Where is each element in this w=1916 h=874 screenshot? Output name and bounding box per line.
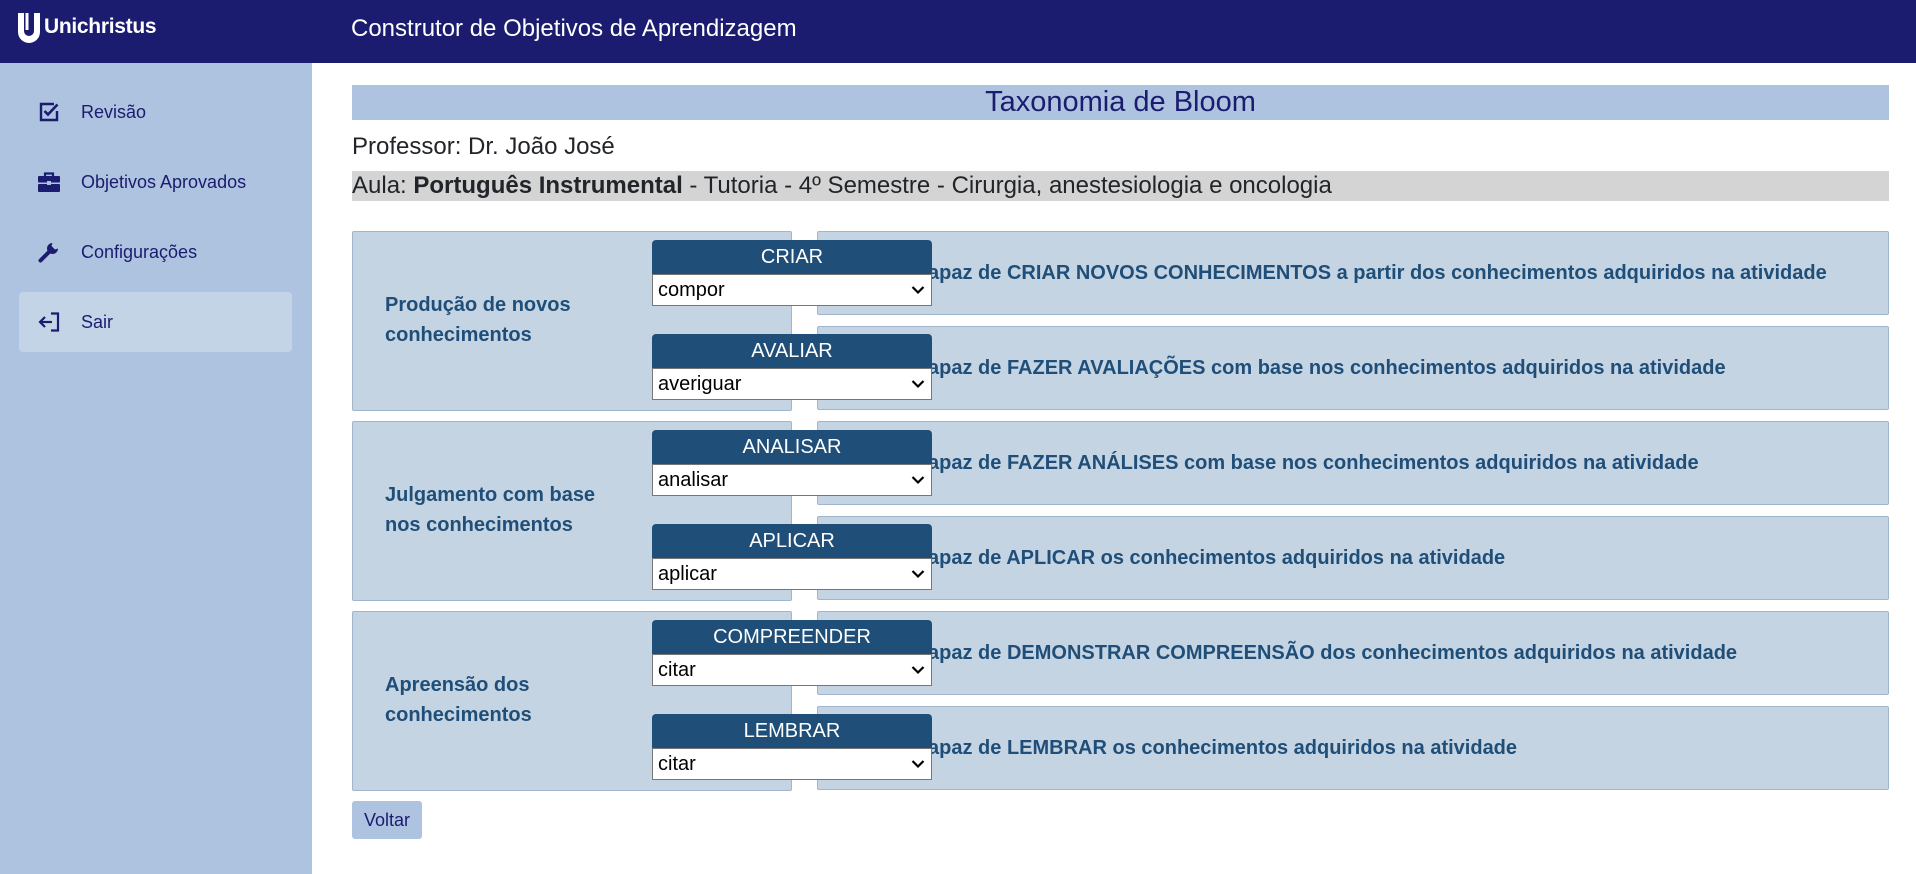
top-bar: Unichristus Construtor de Objetivos de A…: [0, 0, 1916, 63]
chevron-down-icon: [911, 380, 925, 389]
selected-verb: aplicar: [658, 562, 717, 585]
sidebar-item-configuracoes[interactable]: Configurações: [19, 222, 292, 282]
level-title: AVALIAR: [652, 334, 932, 368]
level-title: CRIAR: [652, 240, 932, 274]
objective-description: Aluno é capaz de DEMONSTRAR COMPREENSÃO …: [817, 611, 1889, 695]
brand-logo[interactable]: Unichristus: [16, 10, 157, 44]
sidebar-item-label: Sair: [81, 311, 114, 332]
group-label: Julgamento com base nos conhecimentos: [385, 484, 596, 536]
wrench-icon: [37, 240, 61, 264]
aula-prefix: Aula:: [352, 172, 414, 199]
sidebar: Revisão Objetivos Aprovados Configuraçõe…: [0, 63, 312, 874]
checkbox-edit-icon: [37, 100, 61, 124]
professor-line: Professor: Dr. João José: [352, 133, 615, 160]
aula-details: - Tutoria - 4º Semestre - Cirurgia, anes…: [682, 172, 1332, 199]
verb-picker-aplicar: APLICAR aplicar: [652, 524, 932, 590]
chevron-down-icon: [911, 476, 925, 485]
objective-action: FAZER AVALIAÇÕES: [1006, 357, 1206, 379]
verb-picker-criar: CRIAR compor: [652, 240, 932, 306]
objective-description: Aluno é capaz de LEMBRAR os conhecimento…: [817, 706, 1889, 790]
level-title: APLICAR: [652, 524, 932, 558]
level-title: COMPREENDER: [652, 620, 932, 654]
verb-picker-avaliar: AVALIAR averiguar: [652, 334, 932, 400]
objective-description: Aluno é capaz de CRIAR NOVOS CONHECIMENT…: [817, 231, 1889, 315]
verb-picker-analisar: ANALISAR analisar: [652, 430, 932, 496]
sidebar-item-label: Objetivos Aprovados: [81, 171, 247, 192]
objective-description: Aluno é capaz de APLICAR os conhecimento…: [817, 516, 1889, 600]
unichristus-logo-icon: [16, 11, 43, 43]
level-title: ANALISAR: [652, 430, 932, 464]
level-title: LEMBRAR: [652, 714, 932, 748]
objective-action: LEMBRAR: [1006, 737, 1107, 759]
objective-description: Aluno é capaz de FAZER AVALIAÇÕES com ba…: [817, 326, 1889, 410]
sidebar-item-objetivos-aprovados[interactable]: Objetivos Aprovados: [19, 152, 292, 212]
back-button[interactable]: Voltar: [352, 801, 423, 839]
sidebar-item-label: Configurações: [81, 241, 198, 262]
selected-verb: compor: [658, 278, 725, 301]
verb-select[interactable]: analisar: [652, 464, 932, 496]
selected-verb: citar: [658, 752, 696, 775]
objective-description: Aluno é capaz de FAZER ANÁLISES com base…: [817, 421, 1889, 505]
objective-action: FAZER ANÁLISES: [1006, 452, 1179, 474]
app-title: Construtor de Objetivos de Aprendizagem: [351, 15, 797, 42]
verb-picker-compreender: COMPREENDER citar: [652, 620, 932, 686]
brand-name: Unichristus: [44, 15, 157, 38]
objective-action: DEMONSTRAR COMPREENSÃO: [1006, 642, 1315, 664]
selected-verb: averiguar: [658, 372, 742, 395]
objective-action: APLICAR: [1006, 547, 1096, 569]
chevron-down-icon: [911, 760, 925, 769]
verb-select[interactable]: citar: [652, 748, 932, 780]
sidebar-item-sair[interactable]: Sair: [19, 292, 292, 352]
verb-select[interactable]: citar: [652, 654, 932, 686]
aula-line: Aula: Português Instrumental - Tutoria -…: [352, 171, 1889, 201]
verb-select[interactable]: compor: [652, 274, 932, 306]
chevron-down-icon: [911, 666, 925, 675]
sidebar-item-revisao[interactable]: Revisão: [19, 82, 292, 142]
chevron-down-icon: [911, 286, 925, 295]
logout-icon: [37, 310, 61, 334]
group-label: Produção de novos conhecimentos: [385, 294, 571, 346]
selected-verb: citar: [658, 658, 696, 681]
briefcase-icon: [37, 170, 61, 194]
verb-picker-lembrar: LEMBRAR citar: [652, 714, 932, 780]
main-content: Taxonomia de Bloom Professor: Dr. João J…: [312, 63, 1916, 874]
aula-course: Português Instrumental: [413, 172, 683, 199]
selected-verb: analisar: [658, 468, 729, 491]
chevron-down-icon: [911, 570, 925, 579]
objective-action: CRIAR NOVOS CONHECIMENTOS: [1006, 262, 1332, 284]
page-heading: Taxonomia de Bloom: [352, 85, 1889, 120]
group-label: Apreensão dos conhecimentos: [385, 674, 532, 726]
sidebar-item-label: Revisão: [81, 101, 147, 122]
verb-select[interactable]: aplicar: [652, 558, 932, 590]
verb-select[interactable]: averiguar: [652, 368, 932, 400]
